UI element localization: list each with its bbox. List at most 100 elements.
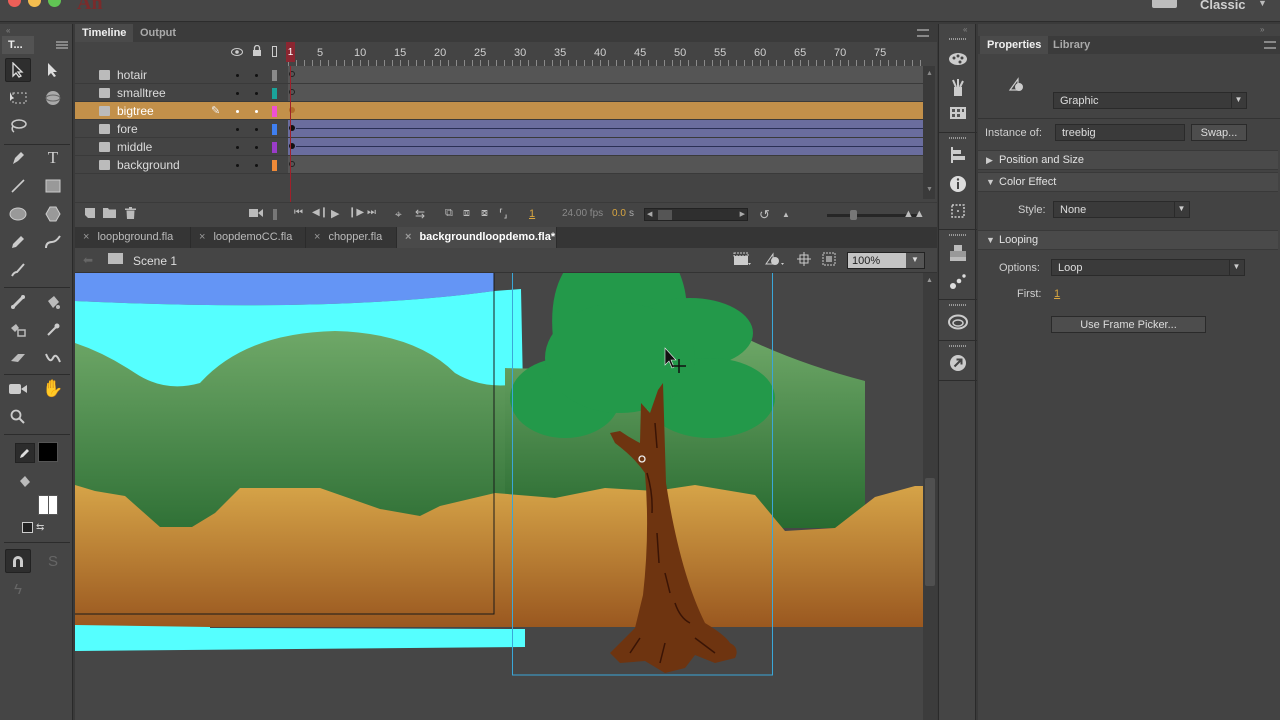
visibility-toggle[interactable]: [236, 146, 239, 149]
current-frame-field[interactable]: 1: [529, 208, 535, 220]
brush-tool[interactable]: [5, 258, 31, 282]
info-icon[interactable]: [948, 175, 968, 195]
pen-tool[interactable]: [5, 146, 31, 170]
section-looping[interactable]: ▼ Looping: [978, 230, 1278, 250]
polystar-tool[interactable]: [40, 202, 66, 226]
lock-toggle[interactable]: [255, 110, 258, 113]
tools-tab[interactable]: T...: [2, 36, 34, 54]
elapsed-time-field[interactable]: 0.0: [612, 208, 626, 219]
first-frame-value[interactable]: 1: [1054, 288, 1060, 300]
back-arrow-icon[interactable]: ⬅: [83, 253, 93, 267]
loop-icon[interactable]: ⇆: [415, 207, 425, 221]
use-frame-picker-button[interactable]: Use Frame Picker...: [1051, 316, 1206, 333]
paint-bucket-tool[interactable]: [40, 290, 66, 314]
close-window-button[interactable]: [8, 0, 21, 7]
onion-skin-icon[interactable]: ⧉: [445, 207, 453, 220]
scene-breadcrumb[interactable]: Scene 1: [133, 254, 177, 268]
close-tab-icon[interactable]: ×: [83, 231, 89, 243]
maximize-window-button[interactable]: [48, 0, 61, 7]
rectangle-tool[interactable]: [40, 174, 66, 198]
playhead[interactable]: 1: [286, 42, 295, 62]
style-dropdown[interactable]: None: [1053, 201, 1190, 218]
snap-to-objects-icon[interactable]: [5, 549, 31, 573]
step-back-icon[interactable]: ◀❙: [312, 207, 328, 218]
stroke-color-icon[interactable]: [15, 443, 35, 463]
swatches-brushes-icon[interactable]: [948, 78, 968, 98]
scroll-thumb[interactable]: [658, 210, 672, 220]
sync-settings-icon[interactable]: [1152, 0, 1177, 8]
lock-toggle[interactable]: [255, 128, 258, 131]
frame-span[interactable]: [288, 102, 923, 119]
modify-markers-icon[interactable]: ⸢⸥: [499, 207, 508, 220]
panel-grip[interactable]: [949, 137, 967, 139]
zoom-tool[interactable]: [5, 405, 31, 429]
close-tab-icon[interactable]: ×: [199, 231, 205, 243]
layer-name[interactable]: fore: [117, 122, 138, 136]
section-color-effect[interactable]: ▼ Color Effect: [978, 172, 1278, 192]
align-grid-icon[interactable]: [948, 106, 968, 126]
layer-row-fore[interactable]: fore: [75, 120, 923, 138]
timeline-horizontal-scrollbar[interactable]: ◀ ▶: [644, 208, 748, 221]
outline-color-swatch[interactable]: [272, 124, 277, 135]
stroke-color-swatch[interactable]: [38, 442, 58, 462]
new-folder-icon[interactable]: [103, 207, 116, 221]
lasso-tool[interactable]: [5, 114, 31, 138]
align-icon[interactable]: [948, 147, 968, 167]
outline-color-swatch[interactable]: [272, 88, 277, 99]
line-tool[interactable]: [5, 174, 31, 198]
layer-name[interactable]: background: [117, 158, 180, 172]
symbol-type-dropdown[interactable]: Graphic: [1053, 92, 1247, 109]
fill-color-icon[interactable]: [17, 473, 33, 489]
last-frame-icon[interactable]: ⏭: [367, 207, 376, 218]
panel-menu-icon[interactable]: [1264, 41, 1276, 49]
black-white-icon[interactable]: [22, 522, 33, 533]
visibility-toggle[interactable]: [236, 164, 239, 167]
panel-grip[interactable]: [949, 234, 967, 236]
layer-row-hotair[interactable]: hotair: [75, 66, 923, 84]
frame-span[interactable]: [288, 84, 923, 101]
visibility-toggle[interactable]: [236, 128, 239, 131]
close-tab-icon[interactable]: ×: [314, 231, 320, 243]
outline-color-swatch[interactable]: [272, 106, 277, 117]
layer-name[interactable]: hotair: [117, 68, 147, 82]
fill-color-swatch[interactable]: [38, 495, 58, 515]
layer-row-background[interactable]: background: [75, 156, 923, 174]
visibility-toggle[interactable]: [236, 110, 239, 113]
outline-all-icon[interactable]: [272, 46, 277, 57]
paint-brush-tool[interactable]: [40, 230, 66, 254]
camera-tool[interactable]: [5, 377, 31, 401]
layer-name[interactable]: smalltree: [117, 86, 166, 100]
scroll-down-icon[interactable]: ▼: [926, 186, 933, 193]
scroll-up-icon[interactable]: ▲: [926, 70, 933, 77]
chevron-down-icon[interactable]: ▼: [1231, 93, 1245, 108]
straighten-icon[interactable]: ϟ: [5, 577, 31, 601]
new-layer-icon[interactable]: [84, 207, 96, 222]
bone-tool[interactable]: [5, 290, 31, 314]
collapse-icon[interactable]: «: [6, 26, 10, 35]
scroll-up-icon[interactable]: ▲: [926, 277, 933, 284]
onion-skin-outlines-icon[interactable]: ⧈: [463, 207, 470, 220]
lock-toggle[interactable]: [255, 92, 258, 95]
chevron-down-icon[interactable]: ▼: [1174, 202, 1188, 217]
panel-grip[interactable]: [949, 345, 967, 347]
lock-toggle[interactable]: [255, 146, 258, 149]
smaller-frames-icon[interactable]: ▲: [782, 210, 790, 219]
3d-rotation-tool[interactable]: [40, 86, 66, 110]
publish-arrow-icon[interactable]: [948, 354, 968, 374]
chevron-down-icon[interactable]: ▼: [1229, 260, 1243, 275]
creative-cloud-icon[interactable]: [948, 314, 968, 334]
ink-bottle-tool[interactable]: [5, 318, 31, 342]
document-tab[interactable]: × chopper.fla: [306, 227, 397, 248]
timeline-scale-thumb[interactable]: [850, 210, 857, 220]
panel-grip[interactable]: [949, 38, 967, 40]
scroll-left-icon[interactable]: ◀: [647, 210, 652, 218]
color-palette-icon[interactable]: [948, 50, 968, 70]
swap-colors-icon[interactable]: ⇆: [36, 522, 48, 534]
subselection-tool[interactable]: [40, 58, 66, 82]
smooth-icon[interactable]: S: [40, 549, 66, 573]
edit-multiple-frames-icon[interactable]: ⧇: [481, 207, 488, 220]
layer-name[interactable]: bigtree: [117, 104, 154, 118]
document-tab[interactable]: × backgroundloopdemo.fla*: [397, 227, 557, 248]
tab-properties[interactable]: Properties: [980, 36, 1049, 54]
play-icon[interactable]: ▶: [331, 207, 339, 220]
